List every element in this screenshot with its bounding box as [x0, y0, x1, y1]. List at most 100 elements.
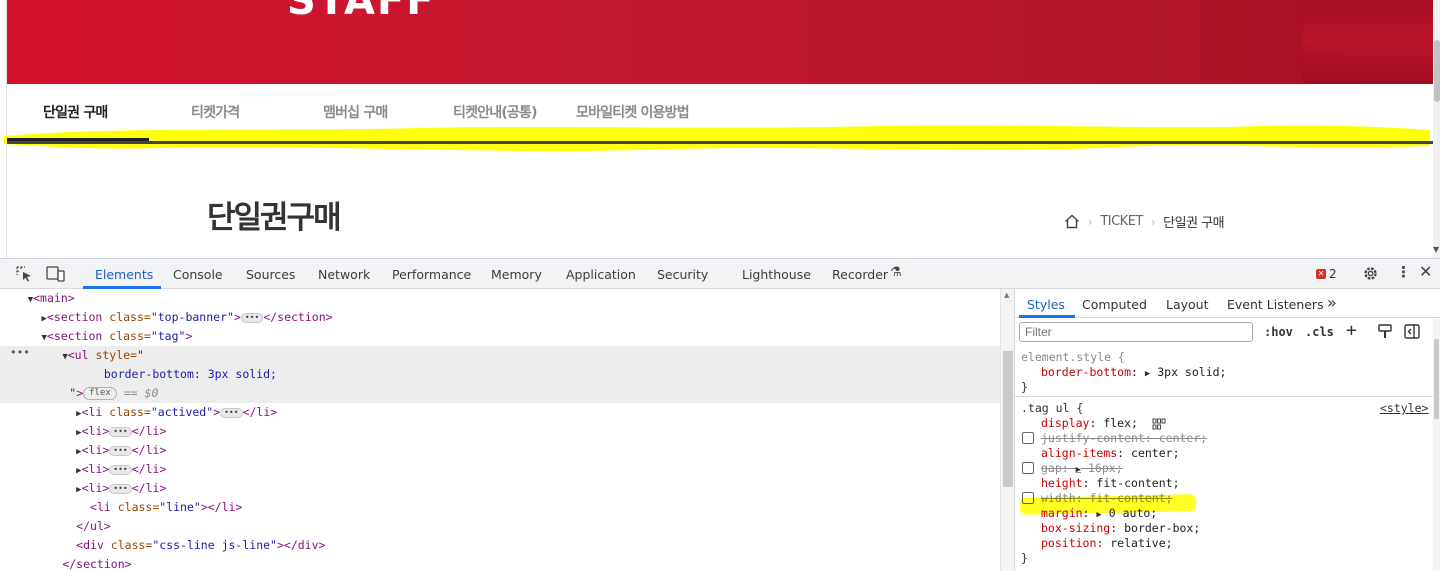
tab-single-ticket[interactable]: 단일권 구매	[43, 102, 108, 122]
elements-scrollbar[interactable]: ▲	[1000, 289, 1014, 571]
tree-row-section-end[interactable]: </section>	[0, 555, 1000, 571]
ellipsis-icon[interactable]: •••	[109, 445, 132, 456]
decl-checkbox[interactable]	[1022, 432, 1034, 444]
breadcrumb-current: 단일권 구매	[1163, 216, 1225, 231]
element-style-selector: element.style {	[1021, 350, 1125, 364]
tree-row-div-css-line[interactable]: <div class="css-line js-line"></div>	[0, 536, 1000, 555]
rule-divider	[1015, 396, 1440, 397]
flex-badge[interactable]: flex	[83, 387, 117, 400]
yellow-highlight-stroke	[4, 125, 1430, 151]
elements-scrollbar-thumb[interactable]	[1003, 351, 1013, 487]
tab-mobile-ticket[interactable]: 모바일티켓 이용방법	[576, 102, 690, 122]
screenshot-root: STAFF ▼ 단일권 구매 티켓가격 맴버십 구매 티켓안내(공통) 모바일티…	[0, 0, 1440, 571]
devtools-tab-recorder[interactable]: Recorder	[832, 267, 888, 282]
active-subtab-indicator	[1019, 315, 1075, 318]
decl-justify-content[interactable]: justify-content: center;	[1041, 430, 1207, 446]
ellipsis-icon[interactable]: •••	[220, 407, 243, 418]
styles-subtabs: Styles Computed Layout Event Listeners »	[1015, 289, 1440, 318]
error-badge[interactable]: ✕ 2	[1316, 267, 1337, 281]
tree-row-li[interactable]: ▶<li> ••• </li>	[0, 460, 1000, 479]
devtools-panel: Elements Console Sources Network Perform…	[0, 258, 1440, 571]
ellipsis-icon[interactable]: •••	[109, 464, 132, 475]
tab-ticket-info[interactable]: 티켓안내(공통)	[453, 102, 537, 122]
inspect-element-icon[interactable]	[16, 266, 34, 282]
active-tab-indicator	[7, 138, 149, 141]
subtab-layout[interactable]: Layout	[1166, 297, 1209, 312]
scroll-down-arrow-icon[interactable]: ▼	[1433, 245, 1439, 254]
banner-shade	[1303, 0, 1433, 84]
tree-row-li[interactable]: ▶<li> ••• </li>	[0, 479, 1000, 498]
banner-text: STAFF	[287, 0, 436, 24]
decl-checkbox[interactable]	[1022, 462, 1034, 474]
rule-close-brace: }	[1021, 551, 1028, 565]
ellipsis-icon[interactable]: •••	[109, 483, 132, 494]
styles-pane: Styles Computed Layout Event Listeners »…	[1014, 289, 1440, 571]
breadcrumb-separator-icon: ›	[1150, 214, 1156, 229]
toggle-sidebar-icon[interactable]	[1404, 324, 1420, 339]
tag-ul-selector[interactable]: .tag ul {	[1021, 400, 1083, 416]
elements-tree: ▼<main> ▶<section class="top-banner"> •••…	[0, 289, 1000, 571]
decl-display[interactable]: display: flex;	[1041, 415, 1138, 431]
tree-row-li[interactable]: ▶<li> ••• </li>	[0, 441, 1000, 460]
tree-row-li-line[interactable]: <li class="line"></li>	[0, 498, 1000, 517]
flexbox-editor-icon[interactable]	[1152, 418, 1166, 430]
error-icon: ✕	[1316, 269, 1326, 279]
devtools-tab-sources[interactable]: Sources	[246, 267, 295, 282]
decl-gap[interactable]: gap: ▶ 16px;	[1041, 460, 1123, 476]
tab-membership[interactable]: 맴버십 구매	[323, 102, 388, 122]
tree-row-ul-close: "> flex == $0	[69, 386, 159, 400]
subtab-styles[interactable]: Styles	[1027, 297, 1065, 312]
devtools-tab-elements[interactable]: Elements	[95, 267, 153, 282]
breadcrumb-ticket[interactable]: TICKET	[1100, 214, 1143, 229]
style-source-link[interactable]: <style>	[1380, 400, 1428, 416]
rule-close-brace: }	[1021, 380, 1028, 394]
tab-nav-border-bottom	[7, 141, 1433, 144]
ellipsis-icon[interactable]: •••	[240, 312, 264, 323]
tree-row-top-banner[interactable]: ▶<section class="top-banner"> ••• </sectio…	[0, 308, 1000, 327]
scroll-up-arrow-icon[interactable]: ▲	[1004, 291, 1009, 299]
settings-gear-icon[interactable]	[1362, 265, 1379, 282]
devtools-tab-performance[interactable]: Performance	[392, 267, 471, 282]
element-state-icon[interactable]	[1378, 324, 1392, 339]
cls-toggle[interactable]: .cls	[1305, 325, 1334, 339]
flask-icon: ⚗	[890, 265, 902, 280]
new-style-rule-icon[interactable]: +	[1346, 320, 1357, 341]
tree-row-main[interactable]: ▼<main>	[0, 289, 1000, 308]
breadcrumb-separator-icon: ›	[1088, 214, 1093, 229]
close-icon[interactable]: ✕	[1419, 262, 1432, 281]
styles-scrollbar[interactable]	[1433, 319, 1440, 571]
tab-ticket-price[interactable]: 티켓가격	[191, 102, 240, 122]
tree-row-ul[interactable]: ▼<ul style="	[0, 346, 1000, 365]
tree-row-ul-end[interactable]: </ul>	[0, 517, 1000, 536]
device-toolbar-icon[interactable]	[46, 266, 66, 282]
devtools-tab-lighthouse[interactable]: Lighthouse	[742, 267, 811, 282]
decl-align-items[interactable]: align-items: center;	[1041, 445, 1180, 461]
breadcrumb: › TICKET › 단일권 구매	[1064, 212, 1225, 231]
tree-row-section-tag[interactable]: ▼<section class="tag">	[0, 327, 1000, 346]
subtab-computed[interactable]: Computed	[1082, 297, 1147, 312]
tree-row-li-actived[interactable]: ▶<li class="actived"> ••• </li>	[0, 403, 1000, 422]
top-banner: STAFF	[7, 0, 1433, 84]
element-style-declaration[interactable]: border-bottom: ▶ 3px solid;	[1041, 364, 1226, 380]
devtools-tab-application[interactable]: Application	[566, 267, 636, 282]
devtools-tab-console[interactable]: Console	[173, 267, 223, 282]
page-scrollbar[interactable]: ▼	[1433, 0, 1440, 258]
devtools-tab-security[interactable]: Security	[657, 267, 708, 282]
styles-filter-input[interactable]	[1019, 322, 1253, 342]
decl-height[interactable]: height: fit-content;	[1041, 475, 1180, 491]
styles-scrollbar-thumb[interactable]	[1434, 339, 1439, 419]
more-options-icon[interactable]: ⋮	[1396, 263, 1411, 281]
page-scrollbar-thumb[interactable]	[1434, 40, 1440, 102]
hov-toggle[interactable]: :hov	[1264, 325, 1293, 339]
decl-box-sizing[interactable]: box-sizing: border-box;	[1041, 520, 1200, 536]
devtools-tab-network[interactable]: Network	[318, 267, 370, 282]
devtools-tabbar: Elements Console Sources Network Perform…	[0, 259, 1440, 289]
page-title: 단일권구매	[207, 200, 342, 236]
ellipsis-icon[interactable]: •••	[109, 426, 132, 437]
tree-row-li[interactable]: ▶<li> ••• </li>	[0, 422, 1000, 441]
decl-position[interactable]: position: relative;	[1041, 535, 1173, 551]
devtools-tab-memory[interactable]: Memory	[491, 267, 542, 282]
subtab-event-listeners[interactable]: Event Listeners	[1227, 297, 1324, 312]
more-tabs-icon[interactable]: »	[1327, 293, 1337, 312]
home-icon[interactable]	[1064, 214, 1080, 229]
